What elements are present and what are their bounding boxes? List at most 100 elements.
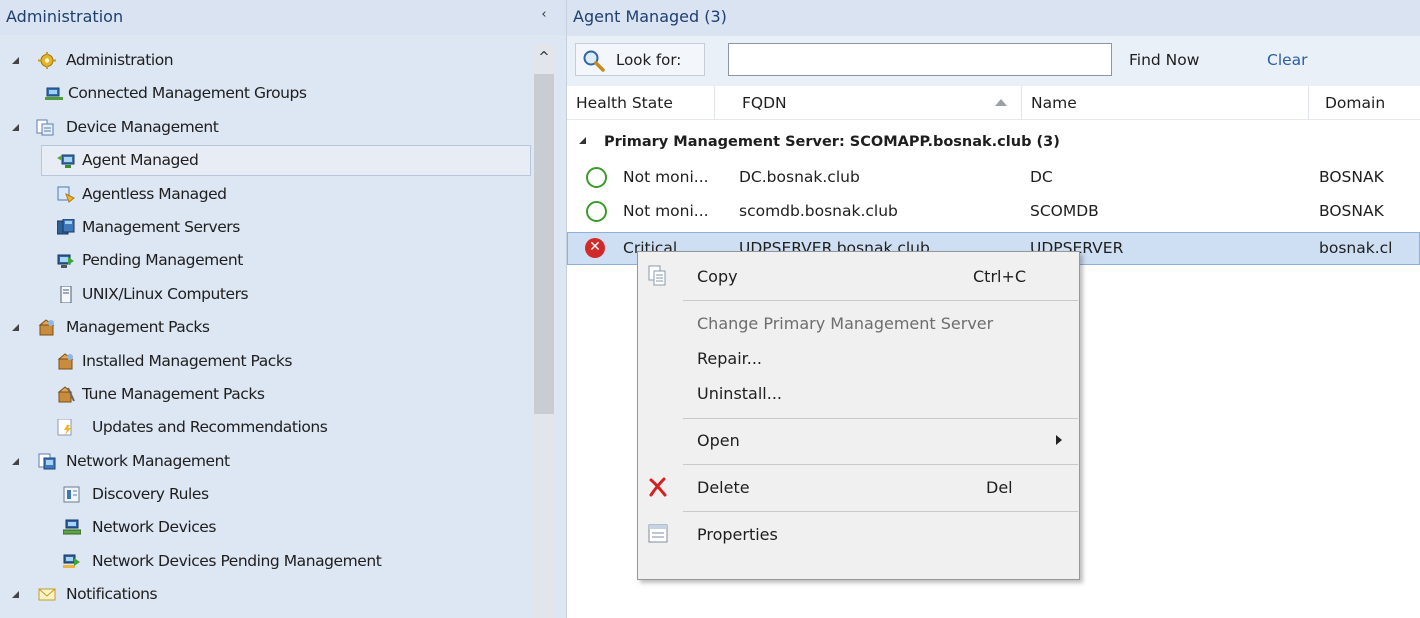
agentless-managed-icon [57,186,75,203]
tree-item-label: Management Servers [82,217,240,236]
navigation-header: Administration ‹ [0,0,566,35]
tree-item-label: Network Management [66,451,230,470]
menu-item-properties[interactable]: Properties [638,514,1079,554]
tree-item-label: Network Devices [92,518,216,537]
vertical-scrollbar[interactable]: ^ [533,44,555,618]
menu-item-label: Open [697,431,740,450]
network-devices-icon [63,519,81,535]
menu-item-label: Delete [697,478,750,497]
scroll-up-button[interactable]: ^ [533,50,555,65]
updates-icon [57,419,72,436]
tree-item-label: Device Management [66,117,219,136]
menu-item-shortcut: Del [986,478,1013,497]
critical-status-icon: ✕ [585,238,605,258]
connected-groups-icon [45,87,63,101]
tree-item-management-servers[interactable]: Management Servers [0,211,533,244]
name-cell: SCOMDB [1030,202,1099,220]
domain-cell: bosnak.cl [1319,239,1393,257]
context-menu: Copy Ctrl+C Change Primary Management Se… [637,251,1080,580]
collapse-pane-button[interactable]: ‹ [537,7,551,22]
tree-item-device-management[interactable]: Device Management [0,111,533,144]
tree-item-label: Pending Management [82,251,243,270]
group-expand-icon[interactable] [578,136,587,145]
look-for-label: Look for: [616,51,682,69]
tree-item-installed-management-packs[interactable]: Installed Management Packs [0,345,533,378]
tree-item-administration[interactable]: Administration [0,44,533,77]
group-header-label: Primary Management Server: SCOMAPP.bosna… [604,134,1060,150]
tree-item-notifications[interactable]: Notifications [0,578,533,611]
column-separator[interactable] [1021,86,1022,120]
expand-arrow-icon[interactable] [12,324,19,332]
tree-item-agentless-managed[interactable]: Agentless Managed [0,178,533,211]
tune-packs-icon [57,386,75,403]
delete-x-icon [649,477,667,497]
tree-item-label: Updates and Recommendations [92,418,328,437]
domain-cell: BOSNAK [1319,202,1384,220]
name-cell: DC [1030,168,1053,186]
tree-item-network-devices-pending-management[interactable]: Network Devices Pending Management [0,545,533,578]
menu-item-label: Copy [697,267,738,286]
table-row[interactable]: Not moni... DC.bosnak.club DC BOSNAK [567,162,1420,195]
column-separator[interactable] [714,86,715,120]
properties-icon [648,524,668,543]
expand-arrow-icon[interactable] [12,591,19,599]
agent-managed-icon [57,154,75,169]
fqdn-cell: scomdb.bosnak.club [739,202,898,220]
menu-item-uninstall[interactable]: Uninstall... [638,373,1079,413]
column-headers: Health State FQDN Name Domain [567,86,1420,120]
column-header-domain[interactable]: Domain [1325,94,1385,112]
column-header-health-state[interactable]: Health State [576,94,673,112]
tree-item-network-management[interactable]: Network Management [0,445,533,478]
tree-item-connected-management-groups[interactable]: Connected Management Groups [0,77,533,110]
look-for-button[interactable]: Look for: [575,43,705,76]
health-state-cell: Not moni... [623,202,709,220]
tree-item-label: Notifications [66,585,158,604]
healthy-status-icon [586,201,607,222]
search-input[interactable] [728,43,1112,76]
tree-item-label: Administration [66,51,174,69]
tree-item-tune-management-packs[interactable]: Tune Management Packs [0,378,533,411]
menu-item-label: Properties [697,525,778,544]
tree-item-pending-management[interactable]: Pending Management [0,244,533,277]
group-header-row[interactable]: Primary Management Server: SCOMAPP.bosna… [567,127,1420,157]
expand-arrow-icon[interactable] [12,457,19,465]
discovery-rules-icon [63,486,80,503]
unix-computer-icon [60,285,72,303]
menu-item-open[interactable]: Open [638,420,1079,460]
menu-item-repair[interactable]: Repair... [638,338,1079,378]
device-management-icon [36,119,54,136]
tree-item-agent-managed[interactable]: Agent Managed [0,144,533,177]
menu-item-label: Uninstall... [697,384,782,403]
menu-separator [683,464,1078,465]
menu-separator [683,511,1078,512]
tree-item-management-packs[interactable]: Management Packs [0,311,533,344]
column-header-fqdn[interactable]: FQDN [742,94,787,112]
domain-cell: BOSNAK [1319,168,1384,186]
tree-item-label: Installed Management Packs [82,351,293,370]
menu-item-delete[interactable]: Delete Del [638,467,1079,507]
tree-item-label: Management Packs [66,318,210,337]
scroll-thumb[interactable] [534,74,554,414]
column-header-name[interactable]: Name [1031,94,1077,112]
column-separator[interactable] [1308,86,1309,120]
fqdn-cell: DC.bosnak.club [739,168,860,186]
menu-separator [683,418,1078,419]
tree-item-updates-and-recommendations[interactable]: Updates and Recommendations [0,411,533,444]
gear-icon [38,52,56,69]
table-row[interactable]: Not moni... scomdb.bosnak.club SCOMDB BO… [567,196,1420,229]
find-now-button[interactable]: Find Now [1129,51,1199,69]
expand-arrow-icon[interactable] [12,123,19,131]
management-packs-icon [38,319,55,336]
clear-link[interactable]: Clear [1267,51,1308,69]
expand-arrow-icon[interactable] [12,57,19,64]
menu-item-change-primary-management-server: Change Primary Management Server [638,303,1079,343]
navigation-tree: Administration Connected Management Grou… [0,44,533,612]
tree-item-network-devices[interactable]: Network Devices [0,511,533,544]
tree-item-label: UNIX/Linux Computers [82,284,249,303]
menu-item-copy[interactable]: Copy Ctrl+C [638,256,1079,296]
healthy-status-icon [586,167,607,188]
tree-item-discovery-rules[interactable]: Discovery Rules [0,478,533,511]
menu-item-shortcut: Ctrl+C [973,267,1027,286]
health-state-cell: Not moni... [623,168,709,186]
tree-item-unix-linux-computers[interactable]: UNIX/Linux Computers [0,278,533,311]
